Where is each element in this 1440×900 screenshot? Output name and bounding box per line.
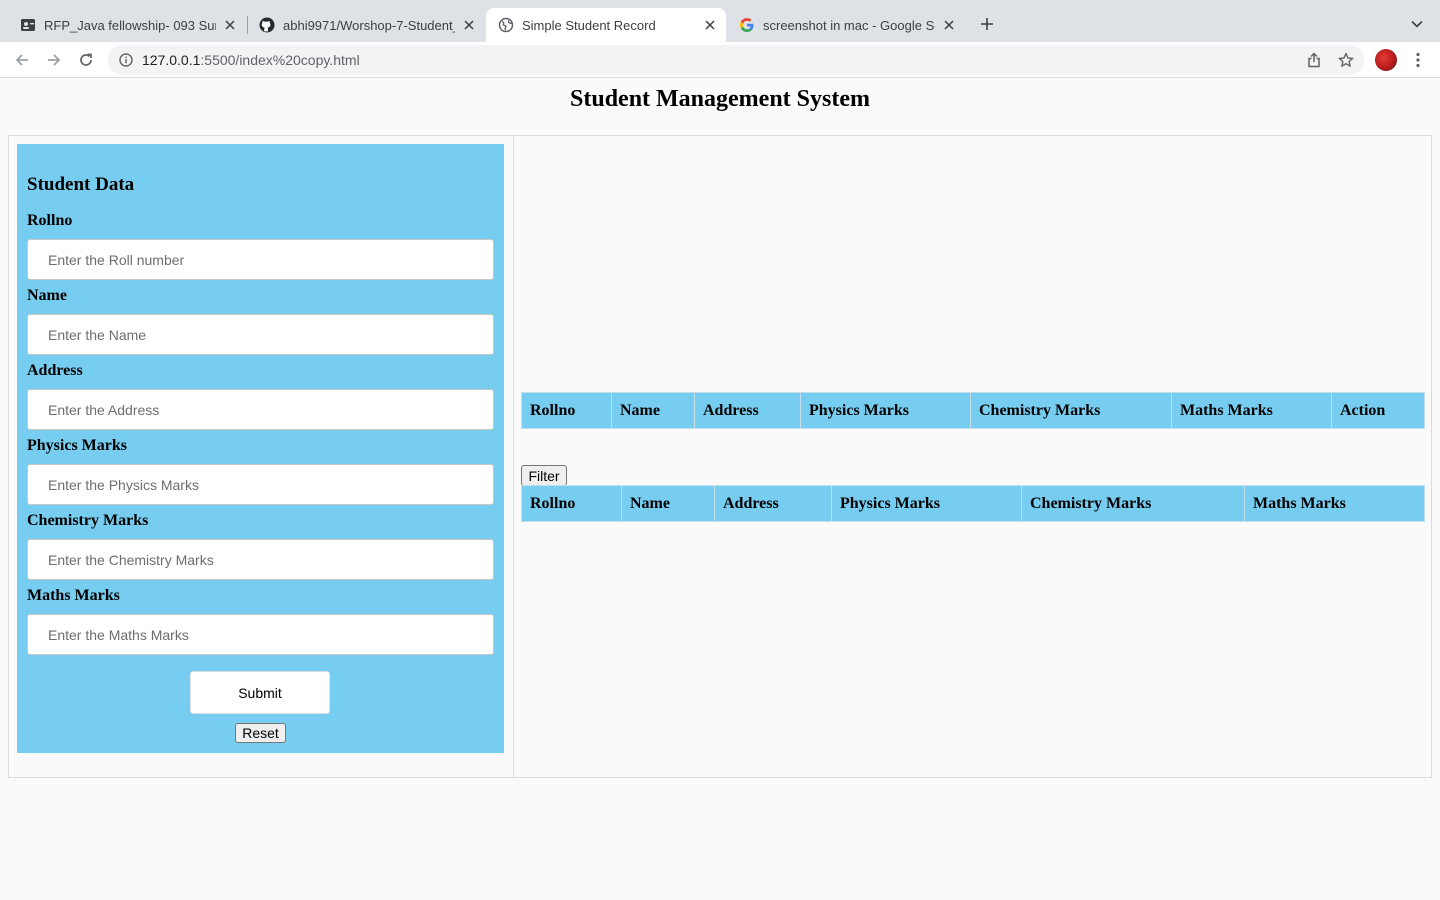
globe-icon [498, 17, 514, 33]
column-header-chemistry-marks: Chemistry Marks [1021, 485, 1245, 522]
tab-title: screenshot in mac - Google Search [763, 17, 935, 33]
address-input[interactable] [27, 389, 494, 430]
column-header-name: Name [621, 485, 715, 522]
maths-marks-label: Maths Marks [27, 587, 120, 604]
github-icon [259, 17, 275, 33]
google-icon [739, 17, 755, 33]
column-header-action: Action [1331, 392, 1425, 429]
column-divider [513, 136, 514, 777]
column-header-physics-marks: Physics Marks [800, 392, 971, 429]
close-tab-icon[interactable] [941, 17, 957, 33]
column-header-address: Address [714, 485, 832, 522]
browser-tab-rfp[interactable]: RFP_Java fellowship- 093 Sunday [8, 8, 246, 42]
reset-button[interactable]: Reset [235, 723, 286, 743]
chemistry-marks-input[interactable] [27, 539, 494, 580]
maths-marks-input[interactable] [27, 614, 494, 655]
column-header-rollno: Rollno [521, 392, 612, 429]
records-table-header-row: Rollno Name Address Physics Marks Chemis… [521, 392, 1425, 429]
bookmark-star-icon[interactable] [1334, 48, 1358, 72]
close-tab-icon[interactable] [461, 17, 477, 33]
physics-marks-input[interactable] [27, 464, 494, 505]
address-label: Address [27, 362, 83, 379]
physics-marks-label: Physics Marks [27, 437, 127, 454]
form-heading: Student Data [27, 174, 135, 195]
column-header-rollno: Rollno [521, 485, 622, 522]
contact-card-icon [20, 17, 36, 33]
rollno-input[interactable] [27, 239, 494, 280]
browser-tab-strip: RFP_Java fellowship- 093 Sunday abhi9971… [0, 0, 1440, 42]
column-header-maths-marks: Maths Marks [1244, 485, 1425, 522]
column-header-maths-marks: Maths Marks [1171, 392, 1332, 429]
browser-tab-github[interactable]: abhi9971/Worshop-7-Student_Management [247, 8, 485, 42]
new-tab-icon[interactable] [976, 13, 998, 35]
tab-title: Simple Student Record [522, 17, 656, 33]
address-bar[interactable]: 127.0.0.1:5500/index%20copy.html [108, 45, 1364, 75]
forward-arrow-icon[interactable] [42, 48, 66, 72]
submit-button[interactable]: Submit [190, 671, 330, 714]
info-icon[interactable] [118, 52, 134, 68]
rollno-label: Rollno [27, 212, 73, 229]
close-tab-icon[interactable] [702, 17, 718, 33]
url-host: 127.0.0.1 [142, 52, 201, 68]
more-menu-icon[interactable] [1406, 48, 1430, 72]
profile-avatar[interactable] [1375, 49, 1397, 71]
column-header-name: Name [611, 392, 695, 429]
name-label: Name [27, 287, 67, 304]
chevron-down-icon[interactable] [1406, 13, 1428, 35]
main-container: Student Data Rollno Name Address Physics… [8, 135, 1432, 778]
browser-tab-google[interactable]: screenshot in mac - Google Search [727, 8, 965, 42]
filter-table-header-row: Rollno Name Address Physics Marks Chemis… [521, 485, 1425, 522]
records-table: Rollno Name Address Physics Marks Chemis… [521, 392, 1425, 429]
column-header-chemistry-marks: Chemistry Marks [970, 392, 1172, 429]
filter-results-table: Rollno Name Address Physics Marks Chemis… [521, 485, 1425, 522]
filter-button[interactable]: Filter [521, 465, 567, 486]
name-input[interactable] [27, 314, 494, 355]
tab-title: abhi9971/Worshop-7-Student_Management [283, 17, 455, 33]
tab-title: RFP_Java fellowship- 093 Sunday [44, 17, 216, 33]
student-form-panel: Student Data Rollno Name Address Physics… [17, 144, 504, 753]
close-tab-icon[interactable] [222, 17, 238, 33]
share-icon[interactable] [1302, 48, 1326, 72]
column-header-address: Address [694, 392, 801, 429]
browser-tab-student-record[interactable]: Simple Student Record [486, 8, 726, 42]
column-header-physics-marks: Physics Marks [831, 485, 1022, 522]
page-title: Student Management System [570, 86, 870, 112]
reload-icon[interactable] [74, 48, 98, 72]
back-arrow-icon[interactable] [10, 48, 34, 72]
url-path: :5500/index%20copy.html [200, 52, 360, 68]
chemistry-marks-label: Chemistry Marks [27, 512, 149, 529]
browser-toolbar: 127.0.0.1:5500/index%20copy.html [0, 42, 1440, 78]
